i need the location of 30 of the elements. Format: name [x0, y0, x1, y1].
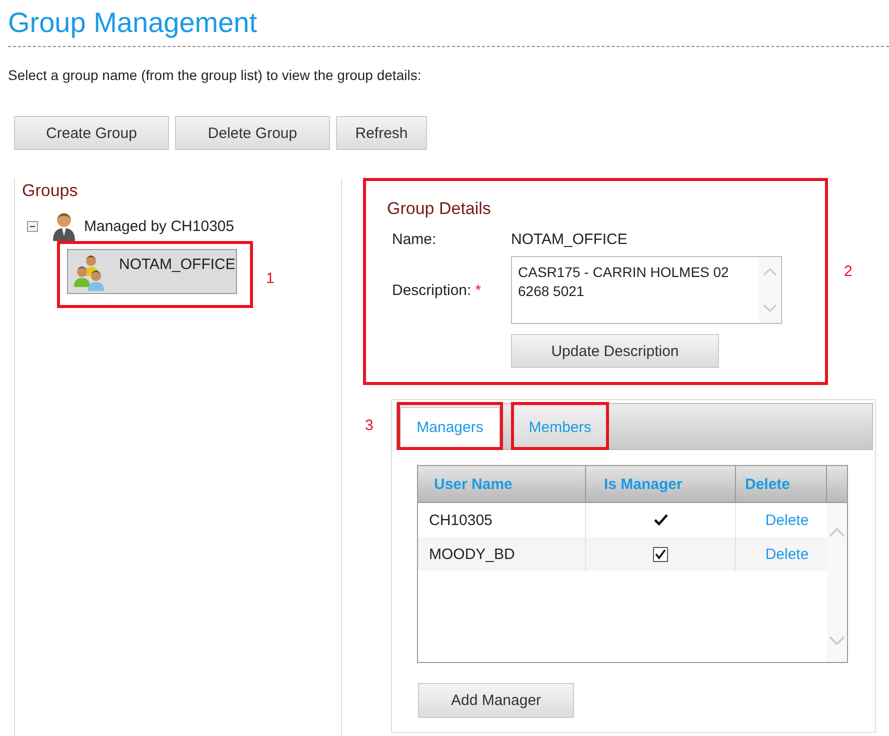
scroll-up-icon	[763, 267, 777, 276]
field-label: Description:	[392, 282, 472, 298]
section-heading: Group Details	[387, 199, 492, 219]
toolbar-button[interactable]: Create Group	[14, 116, 169, 150]
checkbox[interactable]	[653, 546, 668, 562]
field-label: Name:	[392, 231, 436, 248]
person-icon	[52, 211, 76, 241]
add-manager-button[interactable]: Add Manager	[418, 683, 574, 718]
update-button[interactable]: Update Description	[511, 334, 719, 368]
description-field[interactable]: CASR175 - CARRIN HOLMES 02 6268 5021	[511, 256, 782, 324]
column-header: Delete	[736, 466, 827, 502]
toolbar-button[interactable]: Refresh	[336, 116, 427, 150]
toolbar-button[interactable]: Delete Group	[175, 116, 330, 150]
collapse-icon[interactable]	[27, 220, 38, 232]
scroll-up-icon	[829, 527, 845, 537]
column-header: User Name	[418, 466, 586, 502]
callout-number: 3	[364, 416, 374, 436]
column-header: Is Manager	[586, 466, 736, 502]
scroll-down-icon	[829, 636, 845, 646]
tree-node[interactable]: NOTAM_OFFICE	[67, 249, 237, 294]
tree-node[interactable]: Managed by CH10305	[52, 211, 234, 241]
callout-number: 1	[266, 270, 274, 287]
scroll-down-icon	[763, 304, 777, 313]
table-cell: MOODY_BD	[418, 537, 586, 571]
page-title: Group Management	[8, 6, 258, 40]
instruction-text: Select a group name (from the group list) to view the group details:	[8, 67, 422, 83]
section-heading: Groups	[21, 180, 79, 201]
field-value: NOTAM_OFFICE	[511, 231, 628, 248]
callout-number: 2	[844, 263, 852, 280]
required-mark: *	[475, 282, 482, 298]
